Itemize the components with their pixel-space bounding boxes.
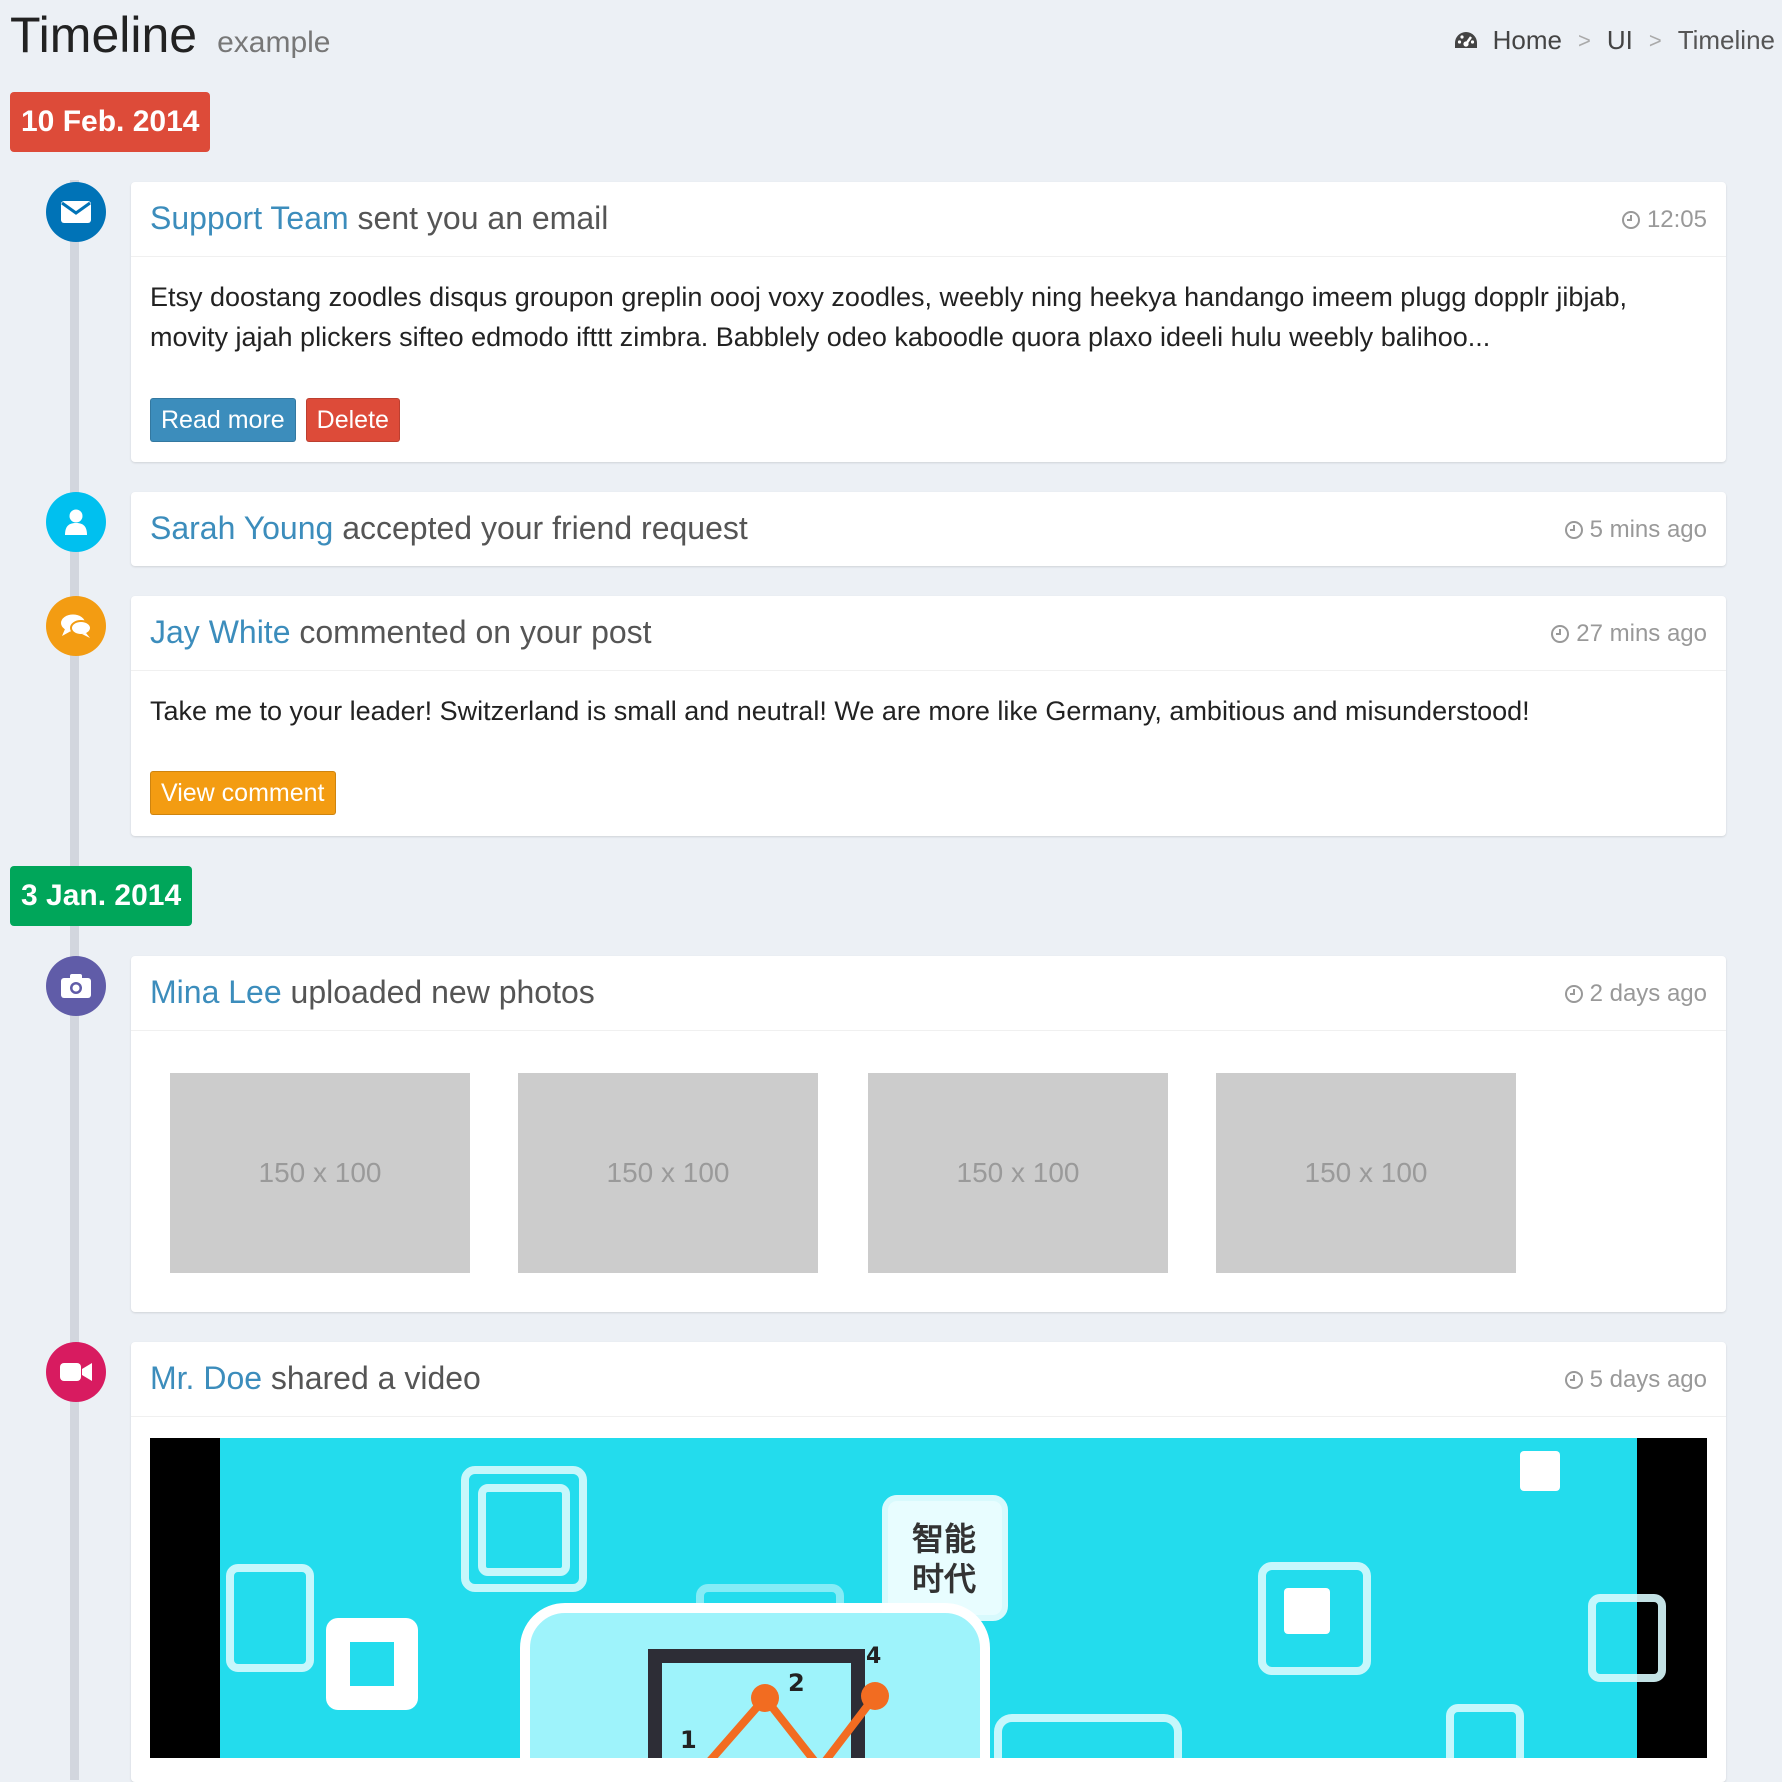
timeline-item-icon [46, 956, 106, 1016]
timeline-item-icon [46, 492, 106, 552]
timestamp: 12:05 [1621, 206, 1707, 234]
timeline-item: Jay White commented on your post 27 mins… [131, 596, 1726, 836]
video-frame: 智能 时代 1 2 4 [220, 1438, 1666, 1758]
actor-link[interactable]: Sarah Young [150, 510, 333, 546]
breadcrumb-separator: > [1648, 27, 1662, 53]
timestamp: 5 days ago [1564, 1366, 1707, 1394]
timestamp-text: 5 mins ago [1589, 516, 1707, 543]
action-text: accepted your friend request [342, 510, 748, 546]
timeline-item-body: Etsy doostang zoodles disqus groupon gre… [150, 282, 1627, 352]
photo-thumbnail[interactable]: 150 x 100 [868, 1073, 1168, 1273]
timeline-item-header: Jay White commented on your post 27 mins… [131, 596, 1726, 671]
timestamp: 2 days ago [1564, 980, 1707, 1008]
photo-thumbnail[interactable]: 150 x 100 [518, 1073, 818, 1273]
timeline-item-icon [46, 1342, 106, 1402]
timeline-item-footer: Read more Delete [150, 398, 400, 442]
breadcrumb: Home > UI > Timeline [1453, 25, 1775, 56]
timeline-item-icon [46, 182, 106, 242]
timeline-item-title: Mina Lee uploaded new photos [150, 974, 595, 1011]
actor-link[interactable]: Jay White [150, 614, 290, 650]
timeline-item-title: Jay White commented on your post [150, 614, 652, 651]
camera-icon [61, 974, 91, 998]
timeline-item-header: Mina Lee uploaded new photos 2 days ago [131, 956, 1726, 1031]
timeline-item-icon [46, 596, 106, 656]
video-camera-icon [60, 1363, 92, 1381]
actor-link[interactable]: Mina Lee [150, 974, 282, 1010]
action-text: sent you an email [357, 200, 609, 236]
timeline-item: Mina Lee uploaded new photos 2 days ago … [131, 956, 1726, 1312]
page-title-text: Timeline [10, 7, 198, 63]
timeline-item-footer: View comment [150, 771, 336, 815]
video-text: 智能 [912, 1520, 976, 1558]
action-text: commented on your post [299, 614, 652, 650]
timestamp-text: 5 days ago [1589, 1366, 1707, 1393]
chart-point-label: 2 [788, 1669, 805, 1697]
timestamp: 5 mins ago [1564, 516, 1707, 544]
timestamp-text: 12:05 [1646, 206, 1707, 233]
chart-point-label: 1 [680, 1726, 697, 1754]
timeline-item-title: Mr. Doe shared a video [150, 1360, 481, 1397]
actor-link[interactable]: Support Team [150, 200, 349, 236]
date-label: 3 Jan. 2014 [10, 866, 193, 926]
user-icon [65, 509, 87, 535]
page-header: Timeline example Home > UI > Timeline [10, 0, 1775, 80]
clock-icon [1551, 625, 1570, 643]
dashboard-icon [1454, 31, 1477, 48]
photo-thumbnail[interactable]: 150 x 100 [1216, 1073, 1516, 1273]
clock-icon [1564, 1371, 1583, 1389]
action-text: uploaded new photos [290, 974, 595, 1010]
date-label: 10 Feb. 2014 [10, 92, 211, 152]
comments-icon [61, 614, 92, 638]
timeline-item: Mr. Doe shared a video 5 days ago 智能 时代 … [131, 1342, 1726, 1782]
timeline-item-body: Take me to your leader! Switzerland is s… [150, 696, 1530, 726]
timeline-item-header: Mr. Doe shared a video 5 days ago [131, 1342, 1726, 1417]
clock-icon [1564, 521, 1583, 539]
timestamp-text: 27 mins ago [1576, 620, 1707, 647]
envelope-icon [61, 201, 91, 223]
timestamp-text: 2 days ago [1589, 980, 1707, 1007]
actor-link[interactable]: Mr. Doe [150, 1360, 262, 1396]
video-player[interactable]: 智能 时代 1 2 4 [150, 1438, 1707, 1758]
action-text: shared a video [270, 1360, 481, 1396]
page-title: Timeline example [10, 6, 331, 64]
page-subtitle: example [217, 26, 331, 59]
breadcrumb-separator: > [1577, 27, 1591, 53]
timeline-item: Sarah Young accepted your friend request… [131, 492, 1726, 566]
breadcrumb-home-link[interactable]: Home [1493, 25, 1562, 56]
breadcrumb-current: Timeline [1677, 25, 1775, 55]
photo-thumbnail[interactable]: 150 x 100 [170, 1073, 470, 1273]
delete-button[interactable]: Delete [305, 398, 400, 442]
timeline-item-header: Sarah Young accepted your friend request… [131, 492, 1726, 566]
chart-point-label: 4 [866, 1644, 881, 1669]
timeline-item-title: Support Team sent you an email [150, 200, 608, 237]
clock-icon [1621, 211, 1640, 229]
clock-icon [1564, 985, 1583, 1003]
timeline-item: Support Team sent you an email 12:05 Ets… [131, 182, 1726, 462]
read-more-button[interactable]: Read more [150, 398, 296, 442]
view-comment-button[interactable]: View comment [150, 771, 336, 815]
timeline-item-header: Support Team sent you an email 12:05 [131, 182, 1726, 257]
breadcrumb-ui-link[interactable]: UI [1607, 25, 1633, 56]
timeline-item-title: Sarah Young accepted your friend request [150, 510, 748, 547]
video-text: 时代 [912, 1560, 976, 1598]
timestamp: 27 mins ago [1550, 620, 1707, 648]
